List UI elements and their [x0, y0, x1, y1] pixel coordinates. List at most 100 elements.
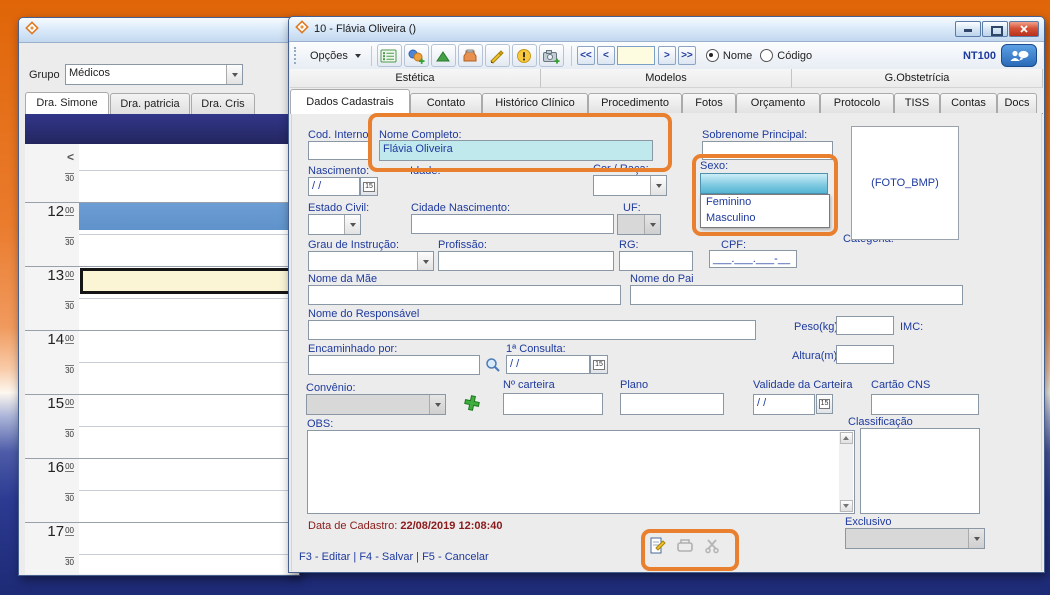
schedule-slot-1130[interactable]: 30 — [25, 170, 299, 202]
validade-carteira-field[interactable]: / / — [753, 394, 815, 415]
tab-orcamento[interactable]: Orçamento — [736, 93, 820, 113]
primeira-consulta-field[interactable]: / / — [506, 355, 590, 374]
pencil-icon[interactable] — [485, 44, 510, 67]
nav-prev-button[interactable]: < — [597, 46, 615, 65]
schedule-slot-1200[interactable]: 1200 — [25, 202, 299, 234]
schedule-window-titlebar[interactable] — [19, 18, 299, 43]
cor-raca-select[interactable] — [593, 175, 667, 196]
schedule-lane-busy[interactable] — [79, 203, 299, 234]
minimize-button[interactable] — [955, 21, 981, 37]
obs-textarea[interactable] — [307, 430, 855, 514]
exclusivo-select[interactable] — [845, 528, 985, 549]
nav-first-button[interactable]: << — [577, 46, 595, 65]
alert-icon[interactable] — [512, 44, 537, 67]
combo-dropdown-button[interactable] — [644, 215, 660, 234]
search-icon[interactable] — [482, 354, 504, 376]
tab-contato[interactable]: Contato — [410, 93, 482, 113]
tab-dados-cadastrais[interactable]: Dados Cadastrais — [290, 89, 410, 114]
add-convenio-icon[interactable] — [461, 392, 483, 414]
schedule-lane[interactable] — [79, 298, 299, 330]
scroll-down-icon[interactable] — [840, 500, 853, 512]
collapse-gutter-button[interactable]: < — [67, 150, 74, 164]
peso-field[interactable] — [836, 316, 894, 335]
plano-field[interactable] — [620, 393, 724, 415]
schedule-lane[interactable] — [79, 362, 299, 394]
option-feminino[interactable]: Feminino — [701, 195, 829, 211]
triangle-up-icon[interactable] — [431, 44, 456, 67]
schedule-slot-1230[interactable]: 30 — [25, 234, 299, 266]
nascimento-field[interactable]: / / — [308, 177, 360, 196]
uf-select[interactable] — [617, 214, 661, 235]
tab-fotos[interactable]: Fotos — [682, 93, 736, 113]
tab-tiss[interactable]: TISS — [894, 93, 940, 113]
close-button[interactable] — [1009, 21, 1039, 37]
schedule-lane[interactable] — [79, 144, 299, 170]
tab-docs[interactable]: Docs — [997, 93, 1037, 113]
combo-dropdown-button[interactable] — [417, 252, 433, 270]
maximize-button[interactable] — [982, 21, 1008, 37]
schedule-slot-1400[interactable]: 1400 — [25, 330, 299, 362]
schedule-slot-1630[interactable]: 30 — [25, 490, 299, 522]
nome-responsavel-field[interactable] — [308, 320, 756, 340]
spheres-add-icon[interactable] — [404, 44, 429, 67]
nascimento-calendar-button[interactable]: 15 — [360, 177, 378, 196]
schedule-lane[interactable] — [79, 554, 299, 574]
radio-nome[interactable] — [706, 49, 719, 62]
nome-completo-field[interactable]: Flávia Oliveira — [379, 140, 653, 161]
tab-historico-clinico[interactable]: Histórico Clínico — [482, 93, 588, 113]
radio-codigo[interactable] — [760, 49, 773, 62]
tab-dra-simone[interactable]: Dra. Simone — [25, 92, 109, 114]
schedule-slot-1530[interactable]: 30 — [25, 426, 299, 458]
schedule-lane[interactable] — [79, 459, 299, 490]
cod-interno-field[interactable] — [308, 141, 370, 160]
consulta-calendar-button[interactable]: 15 — [590, 355, 608, 374]
schedule-lane[interactable] — [79, 523, 299, 554]
schedule-lane[interactable] — [79, 331, 299, 362]
nav-next-button[interactable]: > — [658, 46, 676, 65]
schedule-slot-1730[interactable]: 30 — [25, 554, 299, 574]
schedule-lane[interactable] — [79, 490, 299, 522]
cartao-cns-field[interactable] — [871, 394, 979, 415]
grau-instrucao-select[interactable] — [308, 251, 434, 271]
rg-field[interactable] — [619, 251, 693, 271]
schedule-slot-1300[interactable]: 1300 — [25, 266, 299, 298]
sexo-select[interactable] — [700, 173, 828, 194]
nome-mae-field[interactable] — [308, 285, 621, 305]
combo-dropdown-button[interactable] — [344, 215, 360, 234]
convenio-select[interactable] — [306, 394, 446, 415]
tab-procedimento[interactable]: Procedimento — [588, 93, 682, 113]
tab-estetica[interactable]: Estética — [290, 69, 541, 88]
list-icon[interactable] — [377, 44, 402, 67]
sobrenome-field[interactable] — [702, 141, 833, 160]
cancel-record-icon[interactable] — [701, 534, 723, 556]
schedule-lane[interactable] — [79, 426, 299, 458]
save-record-icon[interactable] — [674, 534, 696, 556]
record-number-input[interactable] — [617, 46, 655, 65]
altura-field[interactable] — [836, 345, 894, 364]
user-chat-button[interactable] — [1001, 44, 1037, 67]
nav-last-button[interactable]: >> — [678, 46, 696, 65]
nome-pai-field[interactable] — [630, 285, 963, 305]
tab-gobstetricia[interactable]: G.Obstetrícia — [792, 69, 1043, 88]
combo-dropdown-button[interactable] — [226, 65, 242, 84]
jar-icon[interactable] — [458, 44, 483, 67]
cpf-field[interactable]: ___.___.___-__ — [709, 250, 797, 268]
schedule-slot-1330[interactable]: 30 — [25, 298, 299, 330]
scroll-up-icon[interactable] — [840, 432, 853, 444]
schedule-slot-1430[interactable]: 30 — [25, 362, 299, 394]
tab-protocolo[interactable]: Protocolo — [820, 93, 894, 113]
schedule-lane-selected[interactable] — [79, 267, 299, 298]
grupo-select[interactable]: Médicos — [65, 64, 243, 85]
opcoes-menu-button[interactable]: Opções — [305, 47, 366, 65]
tab-dra-cris[interactable]: Dra. Cris — [191, 93, 255, 114]
option-masculino[interactable]: Masculino — [701, 211, 829, 227]
camera-add-icon[interactable] — [539, 44, 564, 67]
schedule-lane[interactable] — [79, 234, 299, 266]
schedule-lane[interactable] — [79, 395, 299, 426]
combo-dropdown-button[interactable] — [650, 176, 666, 195]
combo-dropdown-button[interactable] — [968, 529, 984, 548]
tab-contas[interactable]: Contas — [940, 93, 997, 113]
combo-dropdown-button[interactable] — [429, 395, 445, 414]
classificacao-listbox[interactable] — [860, 428, 980, 514]
encaminhado-field[interactable] — [308, 355, 480, 375]
